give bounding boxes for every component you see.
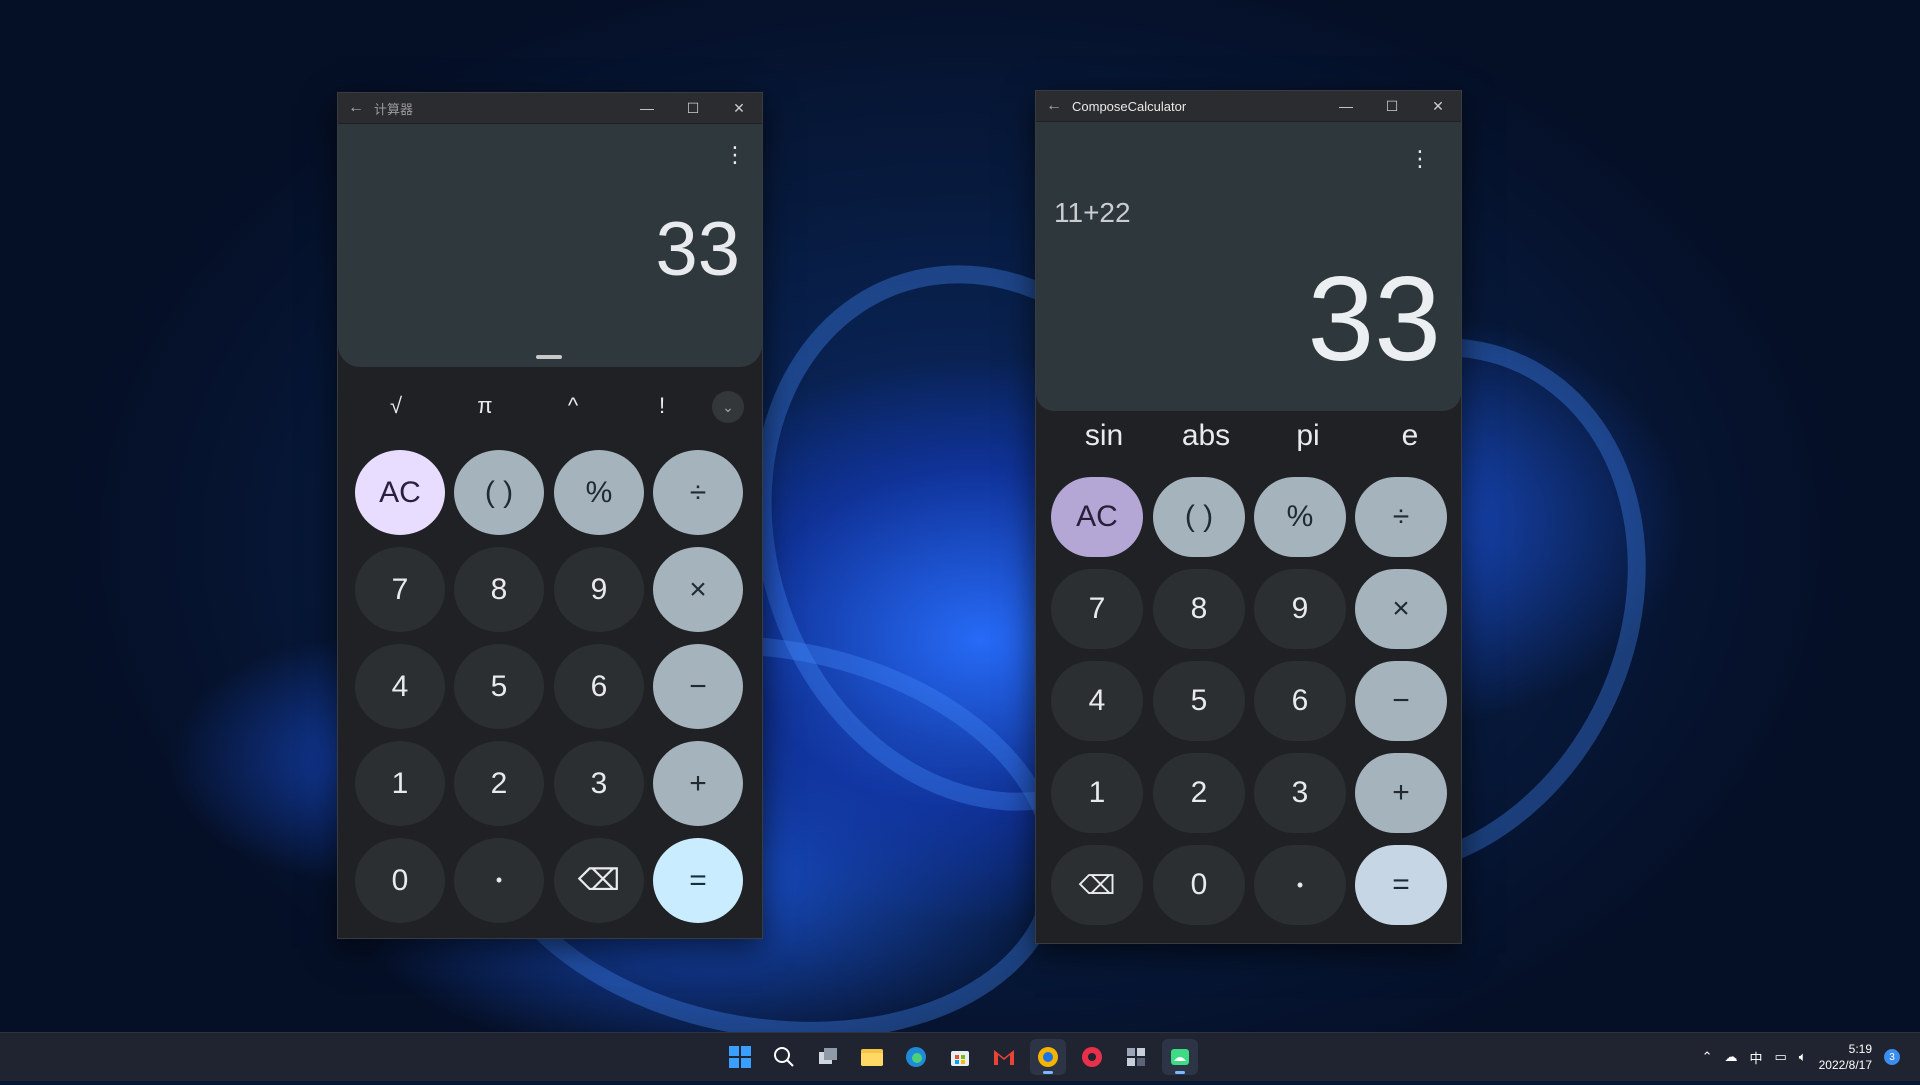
digit-7-button[interactable]: 7 xyxy=(355,547,445,632)
windows-start-icon[interactable] xyxy=(722,1039,758,1075)
percent-button[interactable]: % xyxy=(1254,477,1346,557)
chevron-up-icon[interactable]: ⌃ xyxy=(1702,1049,1713,1065)
store-icon[interactable] xyxy=(942,1039,978,1075)
digit-9-button[interactable]: 9 xyxy=(1254,569,1346,649)
digit-1-button[interactable]: 1 xyxy=(1051,753,1143,833)
minimize-button[interactable]: — xyxy=(624,100,670,116)
plus-button[interactable]: + xyxy=(1355,753,1447,833)
calculator-icon[interactable] xyxy=(1118,1039,1154,1075)
e-key[interactable]: e xyxy=(1360,411,1460,461)
digit-2-button[interactable]: 2 xyxy=(454,741,544,826)
music-icon[interactable] xyxy=(1074,1039,1110,1075)
edge-icon[interactable] xyxy=(898,1039,934,1075)
digit-3-button[interactable]: 3 xyxy=(1254,753,1346,833)
display-panel: ⋮ 11+22 33 xyxy=(1036,122,1461,411)
cloud-icon[interactable]: ☁ xyxy=(1724,1049,1737,1065)
minimize-button[interactable]: — xyxy=(1323,98,1369,114)
backspace-button[interactable]: ⌫ xyxy=(554,838,644,923)
divide-button[interactable]: ÷ xyxy=(1355,477,1447,557)
digit-5-button[interactable]: 5 xyxy=(1153,661,1245,741)
factorial-key[interactable]: ! xyxy=(632,381,692,431)
back-arrow-icon[interactable]: ← xyxy=(338,99,374,117)
digit-8-button[interactable]: 8 xyxy=(1153,569,1245,649)
digit-6-button[interactable]: 6 xyxy=(554,644,644,729)
sin-key[interactable]: sin xyxy=(1054,411,1154,461)
digit-3-button[interactable]: 3 xyxy=(554,741,644,826)
chevron-down-icon[interactable]: ⌄ xyxy=(712,391,744,423)
pi-key[interactable]: π xyxy=(455,381,515,431)
calculator-window-left: ← 计算器 — ☐ ✕ ⋮ 33 √ π ^ ! ⌄ AC ( ) % ÷ 7 … xyxy=(337,92,763,939)
clear-button[interactable]: AC xyxy=(1051,477,1143,557)
notification-badge[interactable]: 3 xyxy=(1884,1049,1900,1065)
scientific-row: √ π ^ ! ⌄ xyxy=(338,381,762,431)
digit-4-button[interactable]: 4 xyxy=(355,644,445,729)
system-tray: ⌃ ☁ 中 ▭ 🔈︎ 5:19 2022/8/17 3 xyxy=(1702,1033,1900,1081)
window-title: ComposeCalculator xyxy=(1072,98,1187,114)
result-display: 33 xyxy=(1307,252,1441,386)
digit-9-button[interactable]: 9 xyxy=(554,547,644,632)
percent-button[interactable]: % xyxy=(554,450,644,535)
search-icon[interactable] xyxy=(766,1039,802,1075)
expression-display: 11+22 xyxy=(1054,197,1131,228)
date-label: 2022/8/17 xyxy=(1818,1058,1872,1072)
parentheses-button[interactable]: ( ) xyxy=(1153,477,1245,557)
clock[interactable]: 5:19 2022/8/17 xyxy=(1819,1041,1872,1073)
window-title: 计算器 xyxy=(374,101,414,117)
close-button[interactable]: ✕ xyxy=(716,100,762,117)
digit-5-button[interactable]: 5 xyxy=(454,644,544,729)
back-arrow-icon[interactable]: ← xyxy=(1036,97,1072,115)
digit-8-button[interactable]: 8 xyxy=(454,547,544,632)
title-bar: ← 计算器 — ☐ ✕ xyxy=(338,93,762,123)
digit-1-button[interactable]: 1 xyxy=(355,741,445,826)
volume-icon[interactable]: 🔈︎ xyxy=(1799,1049,1807,1065)
decimal-button[interactable]: • xyxy=(454,838,544,923)
more-options-icon[interactable]: ⋮ xyxy=(1409,146,1431,172)
backspace-button[interactable]: ⌫ xyxy=(1051,845,1143,925)
digit-7-button[interactable]: 7 xyxy=(1051,569,1143,649)
multiply-button[interactable]: × xyxy=(1355,569,1447,649)
file-explorer-icon[interactable] xyxy=(854,1039,890,1075)
taskbar: ⌃ ☁ 中 ▭ 🔈︎ 5:19 2022/8/17 3 xyxy=(0,1032,1920,1081)
pi-key[interactable]: pi xyxy=(1258,411,1358,461)
calculator-window-right: ← ComposeCalculator — ☐ ✕ ⋮ 11+22 33 sin… xyxy=(1035,90,1462,944)
app-icon[interactable] xyxy=(1030,1039,1066,1075)
abs-key[interactable]: abs xyxy=(1156,411,1256,461)
maximize-button[interactable]: ☐ xyxy=(1369,98,1415,115)
clear-button[interactable]: AC xyxy=(355,450,445,535)
task-view-icon[interactable] xyxy=(810,1039,846,1075)
multiply-button[interactable]: × xyxy=(653,547,743,632)
time-label: 5:19 xyxy=(1848,1042,1872,1056)
equals-button[interactable]: = xyxy=(1355,845,1447,925)
taskbar-apps xyxy=(722,1039,1198,1075)
close-button[interactable]: ✕ xyxy=(1415,98,1461,115)
digit-6-button[interactable]: 6 xyxy=(1254,661,1346,741)
digit-0-button[interactable]: 0 xyxy=(1153,845,1245,925)
scientific-row: sin abs pi e xyxy=(1036,411,1461,461)
desktop-wallpaper xyxy=(0,0,1920,1085)
android-icon[interactable] xyxy=(1162,1039,1198,1075)
divide-button[interactable]: ÷ xyxy=(653,450,743,535)
maximize-button[interactable]: ☐ xyxy=(670,100,716,117)
result-display: 33 xyxy=(655,207,740,292)
digit-4-button[interactable]: 4 xyxy=(1051,661,1143,741)
digit-2-button[interactable]: 2 xyxy=(1153,753,1245,833)
drag-handle[interactable] xyxy=(536,355,562,359)
decimal-button[interactable]: • xyxy=(1254,845,1346,925)
more-options-icon[interactable]: ⋮ xyxy=(724,142,746,168)
equals-button[interactable]: = xyxy=(653,838,743,923)
display-panel: ⋮ 33 xyxy=(338,124,762,367)
sqrt-key[interactable]: √ xyxy=(366,381,426,431)
ime-indicator[interactable]: 中 xyxy=(1749,1048,1762,1067)
gmail-icon[interactable] xyxy=(986,1039,1022,1075)
title-bar: ← ComposeCalculator — ☐ ✕ xyxy=(1036,91,1461,121)
power-key[interactable]: ^ xyxy=(543,381,603,431)
minus-button[interactable]: − xyxy=(1355,661,1447,741)
plus-button[interactable]: + xyxy=(653,741,743,826)
network-icon[interactable]: ▭ xyxy=(1775,1049,1787,1065)
parentheses-button[interactable]: ( ) xyxy=(454,450,544,535)
minus-button[interactable]: − xyxy=(653,644,743,729)
digit-0-button[interactable]: 0 xyxy=(355,838,445,923)
